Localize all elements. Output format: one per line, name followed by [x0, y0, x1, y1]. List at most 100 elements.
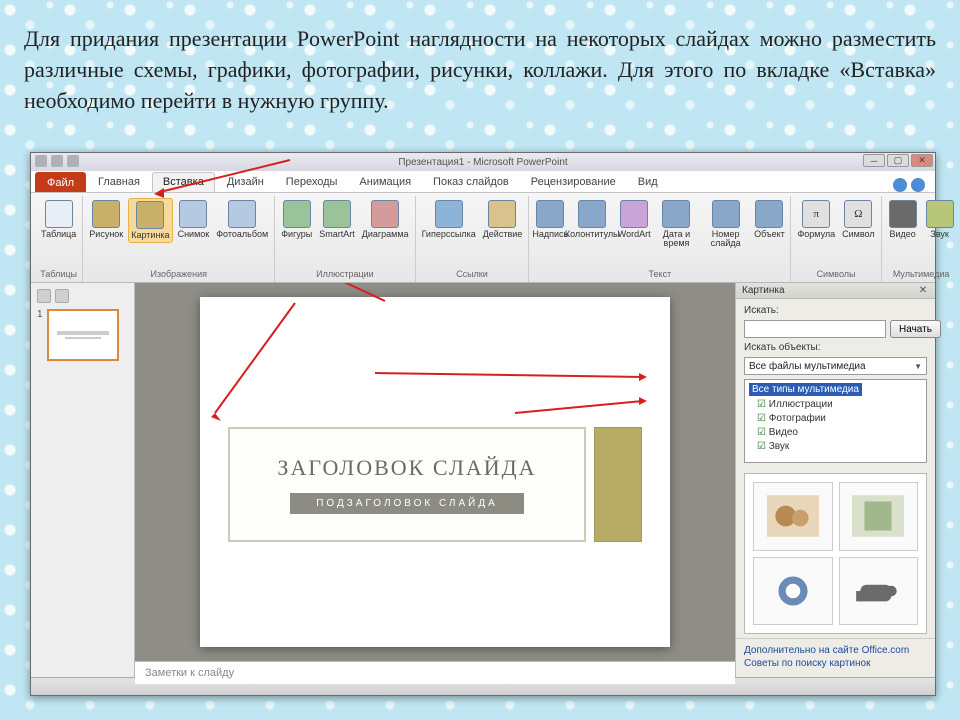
group-images: Рисунок Картинка Снимок Фотоальбом Изобр… [83, 196, 275, 282]
workspace: 1 ЗАГОЛОВОК СЛАЙДА ПОДЗАГОЛОВОК СЛАЙДА [31, 283, 935, 677]
slides-toggle-icon[interactable] [55, 289, 69, 303]
title-placeholder[interactable]: ЗАГОЛОВОК СЛАЙДА ПОДЗАГОЛОВОК СЛАЙДА [228, 427, 586, 542]
qat-redo-icon[interactable] [67, 155, 79, 167]
tab-home[interactable]: Главная [88, 172, 150, 192]
slide-number: 1 [37, 309, 43, 361]
group-links: Гиперссылка Действие Ссылки [416, 196, 530, 282]
btn-object[interactable]: Объект [752, 198, 786, 241]
photoalbum-icon [228, 200, 256, 228]
slide-canvas[interactable]: ЗАГОЛОВОК СЛАЙДА ПОДЗАГОЛОВОК СЛАЙДА [200, 297, 670, 647]
pane-close-icon[interactable]: ✕ [917, 285, 929, 297]
btn-wordart[interactable]: WordArt [617, 198, 651, 241]
shapes-icon [283, 200, 311, 228]
smartart-icon [323, 200, 351, 228]
hyperlink-icon [435, 200, 463, 228]
group-media: Видео Звук Мультимедиа [882, 196, 960, 282]
result-thumb[interactable] [839, 482, 919, 551]
ribbon-tabs: Файл Главная Вставка Дизайн Переходы Ани… [31, 171, 935, 193]
powerpoint-window: Презентация1 - Microsoft PowerPoint ─ ▢ … [30, 152, 936, 696]
result-thumb[interactable] [753, 482, 833, 551]
btn-video[interactable]: Видео [886, 198, 920, 241]
equation-icon: π [802, 200, 830, 228]
tree-item-illustrations[interactable]: Иллюстрации [757, 398, 922, 412]
group-tables: Таблица Таблицы [35, 196, 83, 282]
btn-smartart[interactable]: SmartArt [317, 198, 357, 241]
tab-animations[interactable]: Анимация [349, 172, 421, 192]
link-search-tips[interactable]: Советы по поиску картинок [744, 658, 927, 669]
symbol-icon: Ω [844, 200, 872, 228]
tab-design[interactable]: Дизайн [217, 172, 274, 192]
btn-headerfooter[interactable]: Колонтитулы [570, 198, 614, 241]
quick-access-toolbar[interactable] [35, 155, 79, 167]
qat-save-icon[interactable] [35, 155, 47, 167]
btn-symbol[interactable]: ΩСимвол [840, 198, 876, 241]
btn-slidenumber[interactable]: Номер слайда [702, 198, 750, 250]
title-bar: Презентация1 - Microsoft PowerPoint ─ ▢ … [31, 153, 935, 171]
pane-header: Картинка ✕ [736, 283, 935, 299]
datetime-icon [662, 200, 690, 228]
btn-table[interactable]: Таблица [39, 198, 78, 241]
search-input[interactable] [744, 320, 886, 338]
minimize-button[interactable]: ─ [863, 154, 885, 167]
result-thumb[interactable] [839, 557, 919, 626]
help-icon[interactable] [911, 178, 925, 192]
audio-icon [926, 200, 954, 228]
clipart-results [744, 473, 927, 634]
maximize-button[interactable]: ▢ [887, 154, 909, 167]
btn-equation[interactable]: πФормула [795, 198, 837, 241]
slide-subtitle-text: ПОДЗАГОЛОВОК СЛАЙДА [290, 493, 524, 514]
accent-shape[interactable] [594, 427, 642, 542]
tab-view[interactable]: Вид [628, 172, 668, 192]
btn-audio[interactable]: Звук [923, 198, 957, 241]
outline-toggle-icon[interactable] [37, 289, 51, 303]
editor-area: ЗАГОЛОВОК СЛАЙДА ПОДЗАГОЛОВОК СЛАЙДА Зам… [135, 283, 735, 677]
clipart-task-pane: Картинка ✕ Искать: Начать Искать объекты… [735, 283, 935, 677]
btn-picture[interactable]: Рисунок [87, 198, 125, 241]
btn-textbox[interactable]: Надпись [533, 198, 567, 241]
btn-datetime[interactable]: Дата и время [654, 198, 699, 250]
slide-thumbnail[interactable]: 1 [37, 309, 128, 361]
screenshot-icon [179, 200, 207, 228]
tab-slideshow[interactable]: Показ слайдов [423, 172, 519, 192]
group-illustrations: Фигуры SmartArt Диаграмма Иллюстрации [275, 196, 415, 282]
tab-transitions[interactable]: Переходы [276, 172, 348, 192]
slidenumber-icon [712, 200, 740, 228]
media-type-combobox[interactable]: Все файлы мультимедиа ▼ [744, 357, 927, 375]
minimize-ribbon-icon[interactable] [893, 178, 907, 192]
tab-file[interactable]: Файл [35, 172, 86, 192]
tree-item-audio[interactable]: Звук [757, 440, 922, 454]
btn-clipart[interactable]: Картинка [128, 198, 172, 243]
pane-footer: Дополнительно на сайте Office.com Советы… [736, 638, 935, 677]
btn-action[interactable]: Действие [481, 198, 525, 241]
btn-hyperlink[interactable]: Гиперссылка [420, 198, 478, 241]
picture-icon [92, 200, 120, 228]
group-text: Надпись Колонтитулы WordArt Дата и время… [529, 196, 791, 282]
qat-undo-icon[interactable] [51, 155, 63, 167]
btn-chart[interactable]: Диаграмма [360, 198, 411, 241]
action-icon [488, 200, 516, 228]
tree-item-photos[interactable]: Фотографии [757, 412, 922, 426]
window-title: Презентация1 - Microsoft PowerPoint [398, 157, 567, 168]
tab-review[interactable]: Рецензирование [521, 172, 626, 192]
instruction-paragraph: Для придания презентации PowerPoint нагл… [24, 24, 936, 116]
tree-item-video[interactable]: Видео [757, 426, 922, 440]
chevron-down-icon: ▼ [914, 362, 922, 371]
btn-screenshot[interactable]: Снимок [176, 198, 212, 241]
result-thumb[interactable] [753, 557, 833, 626]
slide-panel: 1 [31, 283, 135, 677]
pane-title: Картинка [742, 285, 785, 296]
search-label: Искать: [744, 305, 927, 316]
link-office-com[interactable]: Дополнительно на сайте Office.com [744, 645, 927, 656]
media-type-tree[interactable]: Все типы мультимедиа Иллюстрации Фотогра… [744, 379, 927, 463]
search-button[interactable]: Начать [890, 320, 941, 338]
objects-label: Искать объекты: [744, 342, 927, 353]
notes-pane[interactable]: Заметки к слайду [135, 661, 735, 684]
wordart-icon [620, 200, 648, 228]
close-button[interactable]: ✕ [911, 154, 933, 167]
btn-photoalbum[interactable]: Фотоальбом [214, 198, 270, 241]
btn-shapes[interactable]: Фигуры [279, 198, 314, 241]
slide-canvas-area[interactable]: ЗАГОЛОВОК СЛАЙДА ПОДЗАГОЛОВОК СЛАЙДА [135, 283, 735, 661]
headerfooter-icon [578, 200, 606, 228]
tree-root[interactable]: Все типы мультимедиа [749, 383, 862, 396]
tab-insert[interactable]: Вставка [152, 172, 215, 192]
